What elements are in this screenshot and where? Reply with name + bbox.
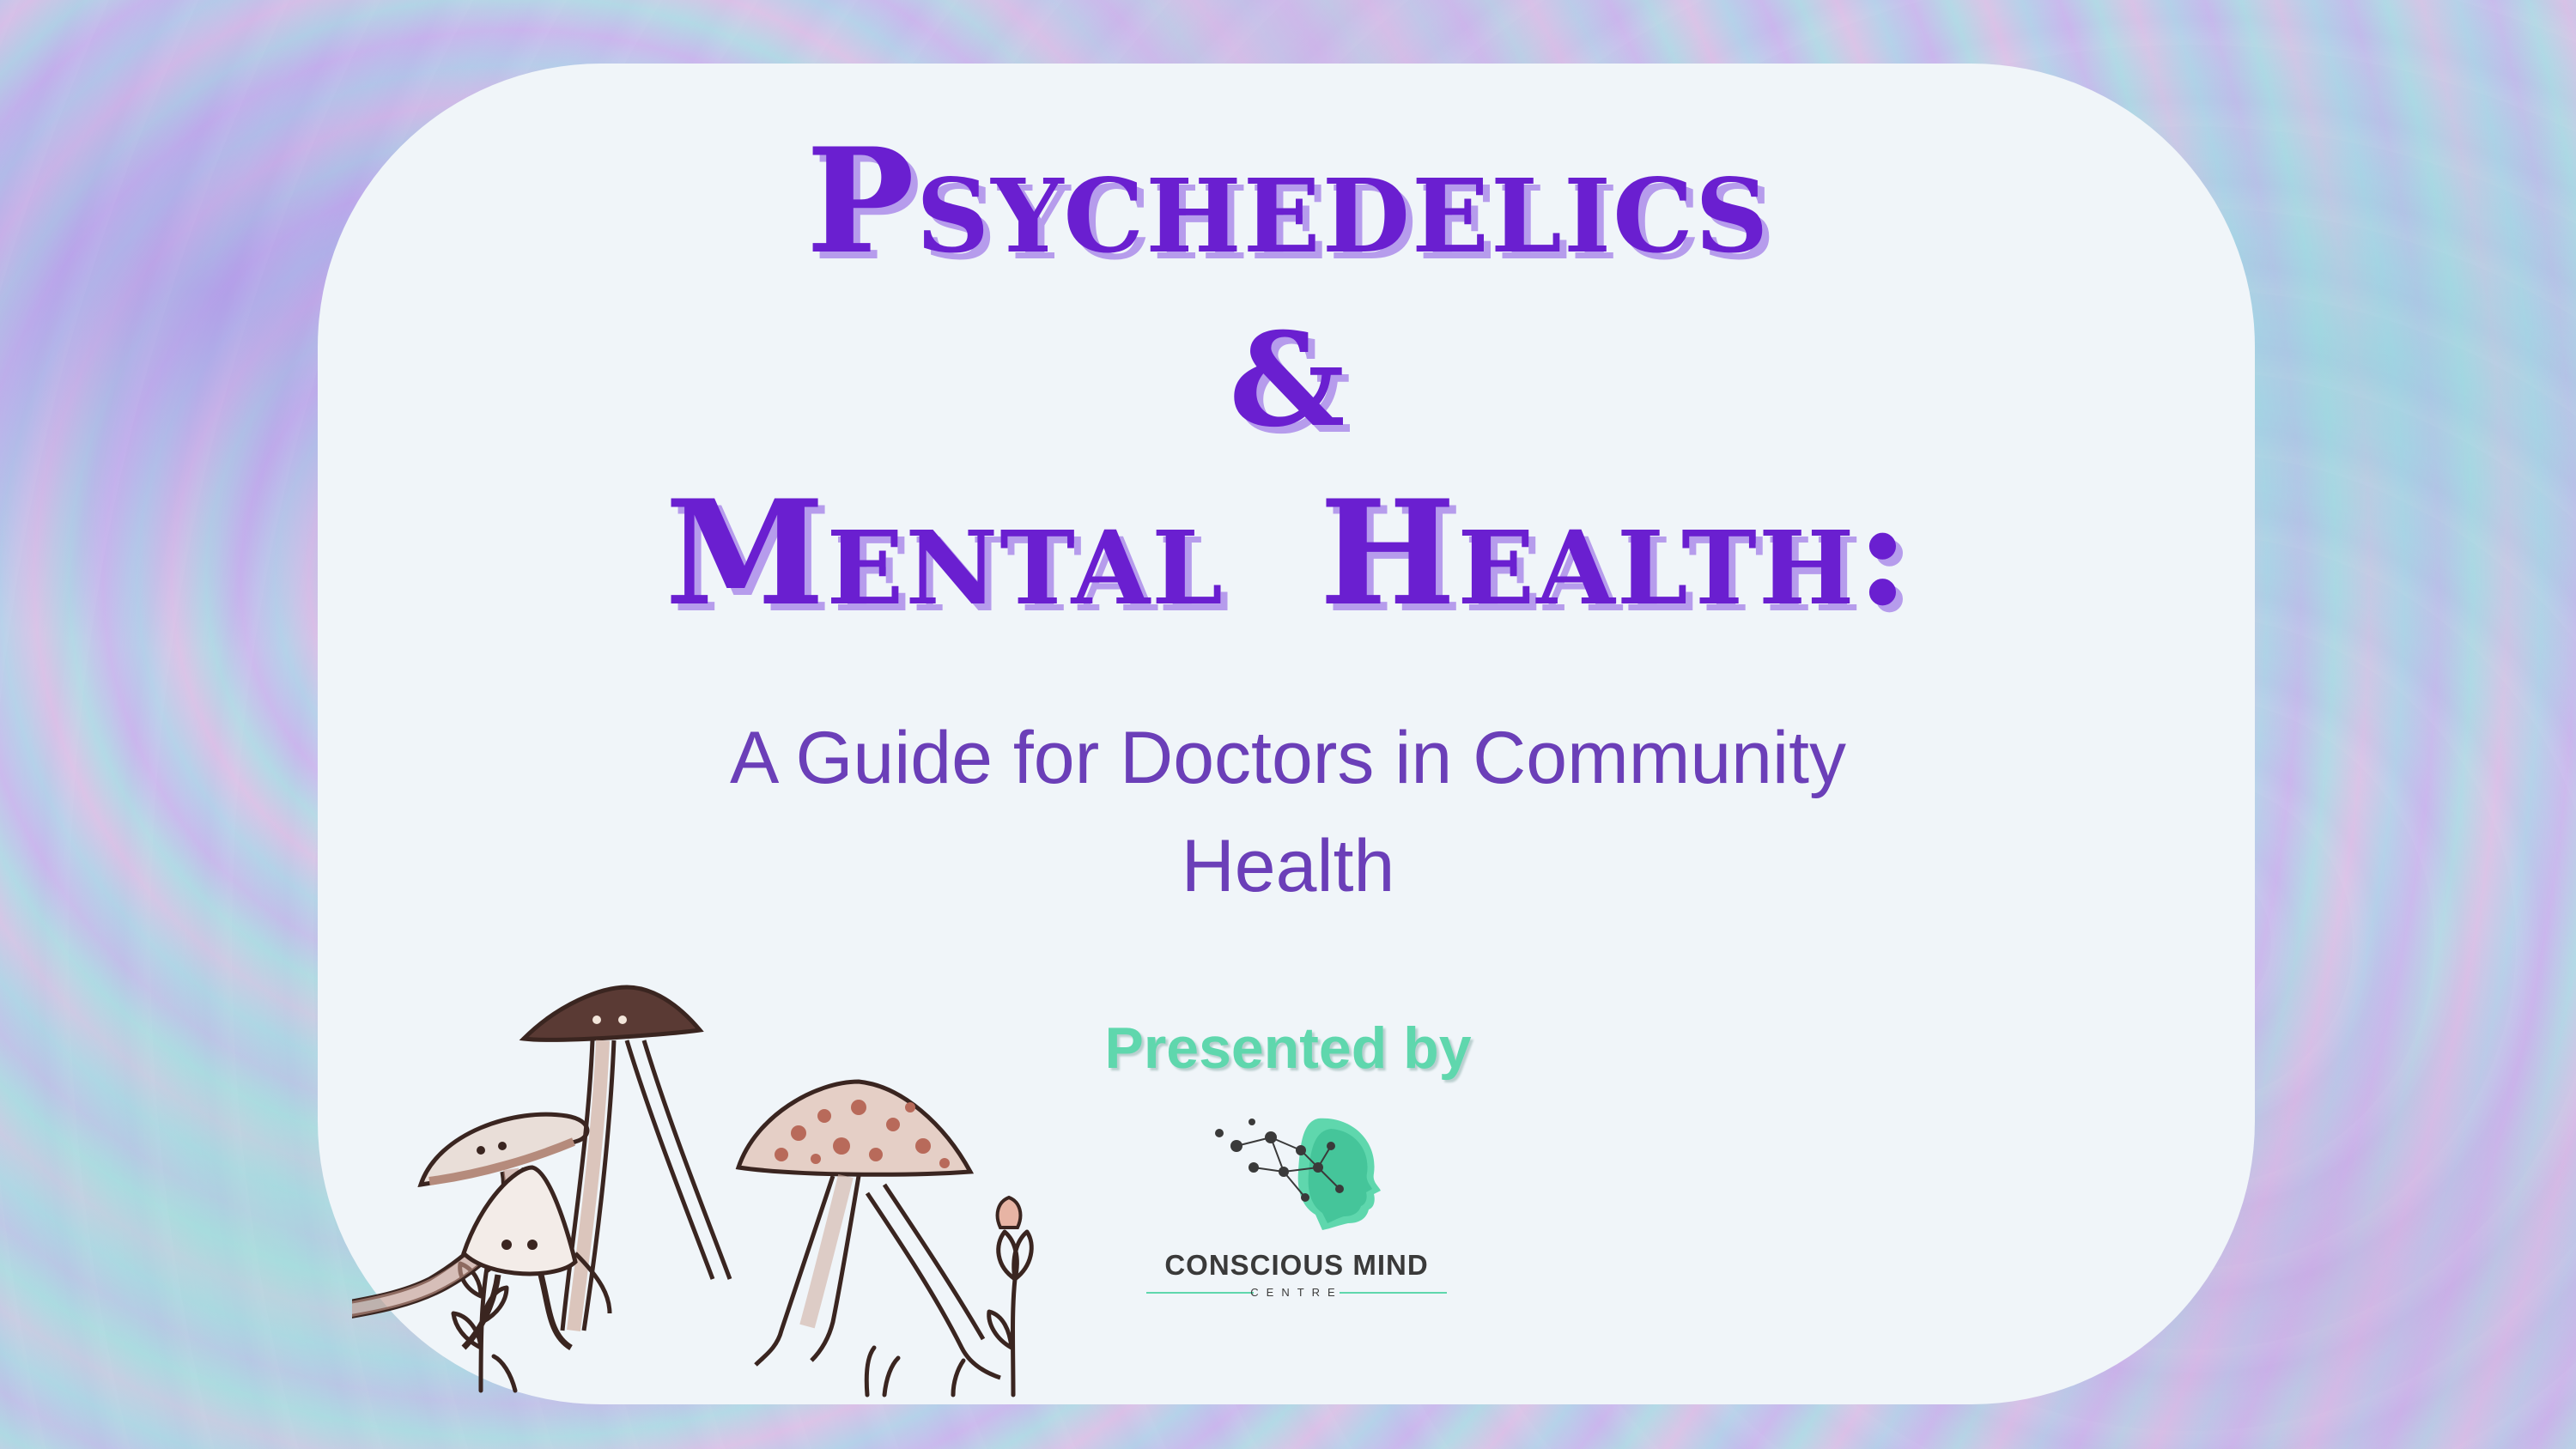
title-line-2: & (1229, 305, 1347, 456)
title-line-3: Mental Health: (665, 468, 1911, 638)
subtitle: A Guide for Doctors in Community Health (601, 704, 1975, 920)
walking-mushrooms-illustration (352, 985, 1034, 1397)
logo-name: CONSCIOUS MIND (1164, 1249, 1429, 1281)
conscious-mind-logo: CONSCIOUS MIND CENTRE (1125, 1112, 1468, 1309)
title-line-1: Psychedelics (805, 116, 1771, 286)
logo-rule-right (1340, 1292, 1447, 1294)
subtitle-line-1: A Guide for Doctors in Community (729, 717, 1847, 799)
head-neural-network-icon (1215, 1118, 1381, 1230)
subtitle-line-2: Health (1181, 825, 1395, 907)
